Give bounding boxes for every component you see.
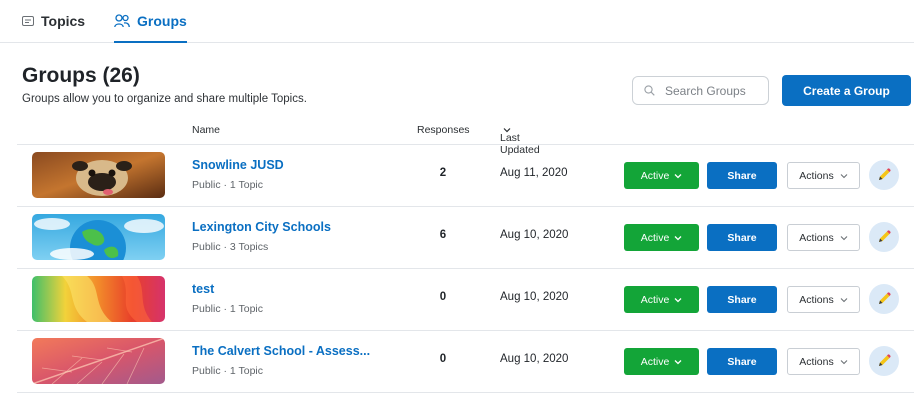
status-active-label: Active (640, 293, 670, 306)
actions-label: Actions (799, 231, 834, 244)
group-meta: Public · 3 Topics (192, 241, 269, 253)
tab-topics-label: Topics (41, 13, 86, 29)
edit-button[interactable] (869, 222, 899, 252)
pencil-icon (879, 230, 891, 242)
tab-groups-label: Groups (137, 13, 187, 29)
chevron-down-icon (674, 297, 682, 302)
share-button[interactable]: Share (707, 224, 777, 251)
topics-icon (22, 16, 34, 26)
group-last-updated: Aug 10, 2020 (500, 353, 569, 365)
group-meta: Public · 1 Topic (192, 179, 264, 191)
group-thumbnail (32, 338, 165, 384)
edit-button[interactable] (869, 160, 899, 190)
actions-label: Actions (799, 169, 834, 182)
chevron-down-icon (840, 173, 848, 178)
group-row: The Calvert School - Assess... Public · … (17, 331, 914, 393)
group-name-link[interactable]: Lexington City Schools (192, 220, 331, 234)
actions-dropdown[interactable]: Actions (787, 348, 860, 375)
pencil-icon (879, 168, 891, 180)
status-active-label: Active (640, 231, 670, 244)
actions-label: Actions (799, 293, 834, 306)
group-responses: 0 (439, 353, 447, 365)
group-meta: Public · 1 Topic (192, 365, 264, 377)
group-thumbnail (32, 152, 165, 198)
group-name-link[interactable]: The Calvert School - Assess... (192, 344, 370, 358)
chevron-down-icon (840, 359, 848, 364)
actions-dropdown[interactable]: Actions (787, 162, 860, 189)
tab-groups[interactable]: Groups (114, 0, 187, 43)
actions-dropdown[interactable]: Actions (787, 224, 860, 251)
group-thumbnail (32, 214, 165, 260)
table-header: Name Responses Last Updated (17, 116, 914, 156)
edit-button[interactable] (869, 346, 899, 376)
chevron-down-icon (674, 359, 682, 364)
group-responses: 2 (439, 167, 447, 179)
group-row: test Public · 1 Topic 0 Aug 10, 2020 Act… (17, 269, 914, 331)
group-row: Lexington City Schools Public · 3 Topics… (17, 207, 914, 269)
group-thumbnail (32, 276, 165, 322)
actions-dropdown[interactable]: Actions (787, 286, 860, 313)
chevron-down-icon (674, 235, 682, 240)
search-icon (644, 85, 655, 96)
actions-label: Actions (799, 355, 834, 368)
group-name-link[interactable]: test (192, 282, 214, 296)
chevron-down-icon (674, 173, 682, 178)
group-last-updated: Aug 10, 2020 (500, 291, 569, 303)
group-responses: 0 (439, 291, 447, 303)
pencil-icon (879, 292, 891, 304)
group-responses: 6 (439, 229, 447, 241)
groups-icon (114, 14, 130, 28)
share-button[interactable]: Share (707, 286, 777, 313)
share-button[interactable]: Share (707, 348, 777, 375)
share-button[interactable]: Share (707, 162, 777, 189)
edit-button[interactable] (869, 284, 899, 314)
group-last-updated: Aug 11, 2020 (500, 167, 568, 179)
group-last-updated: Aug 10, 2020 (500, 229, 569, 241)
tab-bar: Topics Groups (0, 0, 914, 43)
status-active-button[interactable]: Active (624, 286, 699, 313)
page-title: Groups (26) (22, 64, 140, 87)
column-header-last-updated[interactable]: Last Updated (500, 124, 540, 156)
group-meta: Public · 1 Topic (192, 303, 264, 315)
status-active-button[interactable]: Active (624, 224, 699, 251)
status-active-label: Active (640, 355, 670, 368)
group-row: Snowline JUSD Public · 1 Topic 2 Aug 11,… (17, 145, 914, 207)
status-active-button[interactable]: Active (624, 162, 699, 189)
group-name-link[interactable]: Snowline JUSD (192, 158, 284, 172)
create-group-button[interactable]: Create a Group (782, 75, 911, 106)
tab-topics[interactable]: Topics (22, 0, 85, 42)
column-header-responses: Responses (417, 124, 470, 136)
column-header-name: Name (192, 124, 221, 136)
page-subtitle: Groups allow you to organize and share m… (22, 93, 307, 105)
chevron-down-icon (840, 297, 848, 302)
chevron-down-icon (840, 235, 848, 240)
status-active-button[interactable]: Active (624, 348, 699, 375)
search-input[interactable] (663, 82, 767, 99)
status-active-label: Active (640, 169, 670, 182)
search-box[interactable] (632, 76, 769, 105)
pencil-icon (879, 354, 891, 366)
